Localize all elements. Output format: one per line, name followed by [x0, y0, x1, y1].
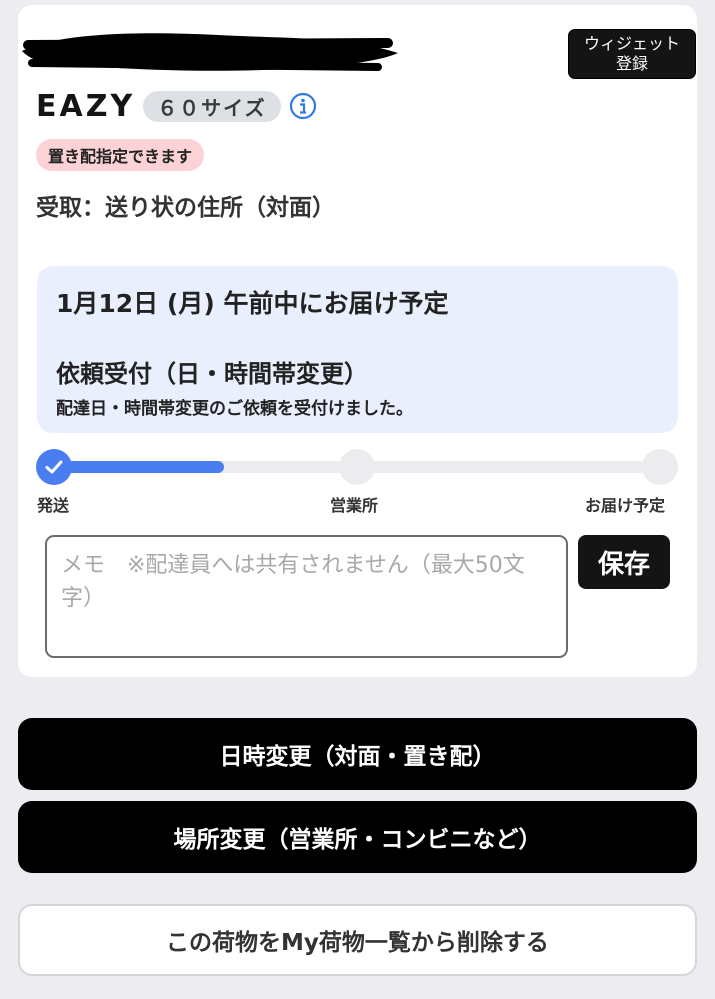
redacted-scribble — [22, 33, 398, 71]
receive-method-text: 受取：送り状の住所（対面） — [36, 195, 335, 221]
memo-input[interactable] — [45, 535, 568, 658]
step-label-office: 営業所 — [330, 496, 379, 515]
brand-row: EAZY ６０サイズ — [36, 88, 317, 124]
check-icon — [45, 460, 63, 474]
request-status-description: 配達日・時間帯変更のご依頼を受付けました。 — [56, 399, 413, 419]
progress-node-office — [339, 449, 375, 485]
delivery-date: 1月12日 (月) 午前中にお届け予定 — [56, 289, 449, 318]
delete-package-button[interactable]: この荷物をMy荷物一覧から削除する — [18, 904, 697, 976]
step-label-delivery: お届け予定 — [585, 496, 666, 515]
widget-register-button[interactable]: ウィジェット 登録 — [568, 29, 696, 79]
progress-fill — [54, 461, 224, 473]
size-badge: ６０サイズ — [143, 90, 281, 122]
okihai-badge: 置き配指定できます — [36, 139, 205, 171]
change-place-button[interactable]: 場所変更（営業所・コンビニなど） — [18, 801, 697, 873]
delivery-progress — [36, 449, 678, 485]
progress-node-shipped — [36, 449, 72, 485]
request-status-title: 依頼受付（日・時間帯変更） — [56, 360, 368, 388]
change-datetime-button[interactable]: 日時変更（対面・置き配） — [18, 718, 697, 790]
brand-logo: EAZY — [36, 88, 136, 124]
progress-node-delivery — [642, 449, 678, 485]
memo-save-button[interactable]: 保存 — [578, 535, 670, 589]
info-circle-icon[interactable] — [289, 92, 317, 120]
delivery-status-box: 1月12日 (月) 午前中にお届け予定 依頼受付（日・時間帯変更） 配達日・時間… — [37, 266, 678, 433]
step-label-shipped: 発送 — [37, 496, 70, 515]
